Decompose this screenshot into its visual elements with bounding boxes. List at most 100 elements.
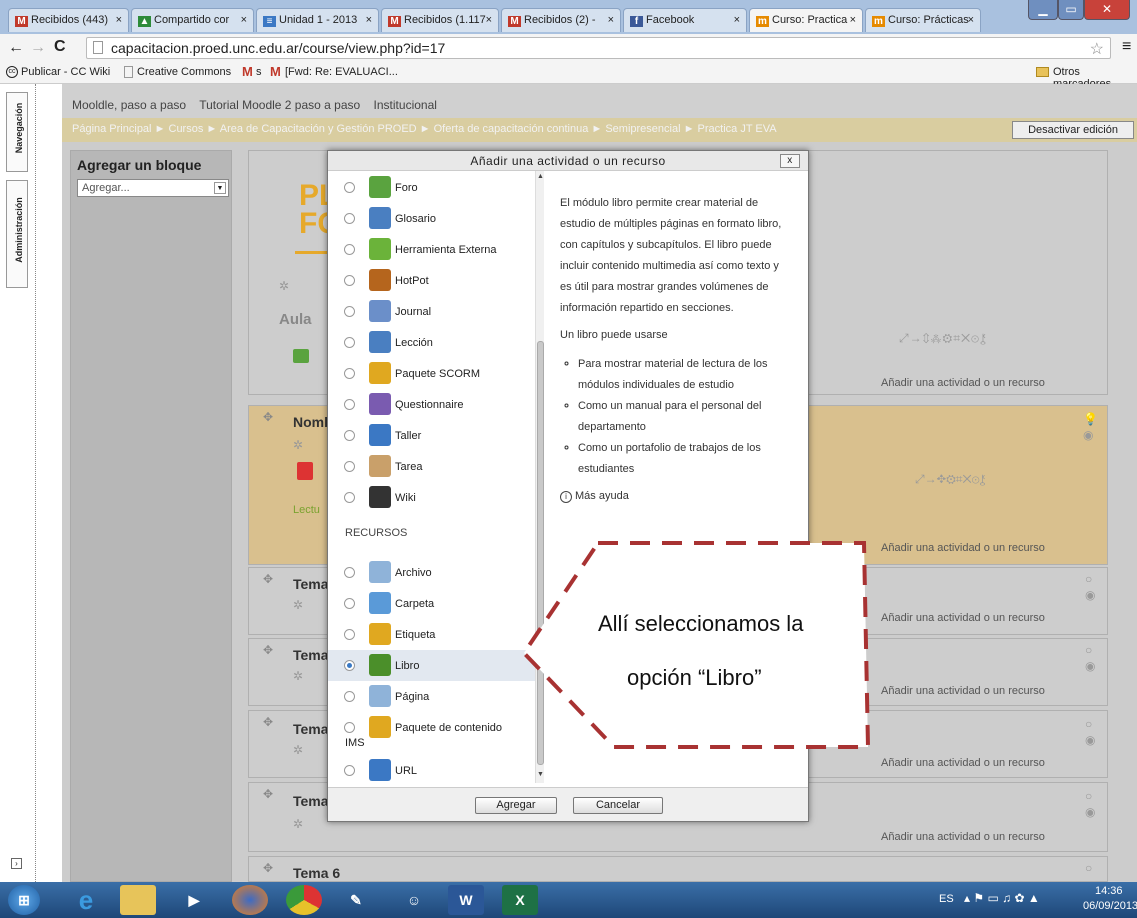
media-player-icon[interactable]: ▶ — [176, 885, 212, 915]
tray-icons[interactable]: ▴ ⚑ ▭ ♫ ✿ ▲ — [964, 891, 1040, 905]
clock-date[interactable]: 06/09/2013 — [1083, 900, 1137, 912]
module-radio[interactable] — [344, 399, 355, 410]
move-icon[interactable]: ✥ — [263, 643, 273, 657]
module-option[interactable]: Paquete SCORM — [328, 358, 536, 389]
module-option[interactable]: Tarea — [328, 451, 536, 482]
menu-item-tutorial[interactable]: Tutorial Moodle 2 paso a paso — [199, 98, 360, 112]
language-indicator[interactable]: ES — [939, 893, 954, 905]
tab-close-icon[interactable]: × — [734, 14, 740, 26]
tab-close-icon[interactable]: × — [116, 14, 122, 26]
tab-close-icon[interactable]: × — [366, 14, 372, 26]
module-option[interactable]: Lección — [328, 327, 536, 358]
browser-tab[interactable]: ≡ Unidad 1 - 2013 × — [256, 8, 379, 32]
lightbulb-icon[interactable]: ○ — [1085, 643, 1092, 657]
cancel-button[interactable]: Cancelar — [573, 797, 663, 814]
move-icon[interactable]: ✥ — [263, 715, 273, 729]
gear-icon[interactable]: ✲ — [293, 817, 303, 831]
lightbulb-icon[interactable]: ○ — [1085, 572, 1092, 586]
gear-icon[interactable]: ✲ — [293, 743, 303, 757]
more-help-link[interactable]: i Más ayuda — [560, 486, 792, 507]
add-activity-link[interactable]: Añadir una actividad o un recurso — [881, 542, 1045, 554]
lightbulb-icon[interactable]: ○ — [1085, 861, 1092, 875]
gear-icon[interactable]: ✲ — [293, 598, 303, 612]
back-icon[interactable]: ← — [8, 39, 24, 57]
bookmark-creative-commons[interactable]: Creative Commons — [137, 66, 231, 78]
lightbulb-icon[interactable]: ○ — [1085, 789, 1092, 803]
browser-tab[interactable]: M Recibidos (1.117 × — [381, 8, 499, 32]
module-option[interactable]: Etiqueta — [328, 619, 536, 650]
browser-tab[interactable]: m Curso: Prácticas × — [865, 8, 981, 32]
browser-tab[interactable]: M Recibidos (443) × — [8, 8, 129, 32]
breadcrumb-item[interactable]: Area de Capacitación y Gestión PROED — [220, 123, 417, 135]
module-option[interactable]: Herramienta Externa — [328, 234, 536, 265]
tab-close-icon[interactable]: × — [241, 14, 247, 26]
module-radio[interactable] — [344, 492, 355, 503]
minimize-button[interactable]: ▁ — [1028, 0, 1058, 20]
star-icon[interactable]: ☆ — [1090, 39, 1104, 59]
browser-tab[interactable]: M Recibidos (2) - × — [501, 8, 621, 32]
module-option[interactable]: Libro — [328, 650, 536, 681]
close-icon[interactable]: x — [780, 154, 800, 168]
module-option[interactable]: Archivo — [328, 557, 536, 588]
module-radio[interactable] — [344, 629, 355, 640]
add-activity-link[interactable]: Añadir una actividad o un recurso — [881, 685, 1045, 697]
breadcrumb-item[interactable]: Semipresencial — [605, 123, 680, 135]
move-icon[interactable]: ✥ — [263, 787, 273, 801]
module-option[interactable]: Taller — [328, 420, 536, 451]
reload-icon[interactable]: C — [54, 38, 66, 56]
section-link[interactable]: Lectu — [293, 504, 320, 516]
gear-icon[interactable]: ✲ — [293, 669, 303, 683]
module-radio[interactable] — [344, 660, 355, 671]
word-icon[interactable]: W — [448, 885, 484, 915]
module-radio[interactable] — [344, 337, 355, 348]
breadcrumb-item[interactable]: Oferta de capacitación continua — [434, 123, 589, 135]
clock-time[interactable]: 14:36 — [1095, 885, 1123, 897]
dock-toggle-icon[interactable]: › — [11, 858, 22, 869]
browser-tab[interactable]: m Curso: Practica × — [749, 8, 863, 32]
gear-icon[interactable]: ✲ — [293, 438, 303, 452]
firefox-icon[interactable] — [232, 885, 268, 915]
move-icon[interactable]: ✥ — [263, 861, 273, 875]
module-option[interactable]: Questionnaire — [328, 389, 536, 420]
dock-navigation[interactable]: Navegación — [6, 92, 28, 172]
module-radio[interactable] — [344, 567, 355, 578]
module-radio[interactable] — [344, 722, 355, 733]
ie-icon[interactable]: e — [68, 885, 104, 915]
edit-tools-icon[interactable]: ⤢→✥⚙⌗✕⊙⚷ — [915, 472, 985, 487]
module-radio[interactable] — [344, 368, 355, 379]
paint-icon[interactable]: ✎ — [338, 885, 374, 915]
module-radio[interactable] — [344, 461, 355, 472]
messenger-icon[interactable]: ☺ — [396, 885, 432, 915]
add-button[interactable]: Agregar — [475, 797, 557, 814]
module-option[interactable]: Página — [328, 681, 536, 712]
gear-icon[interactable]: ✲ — [279, 279, 289, 293]
bookmark-s[interactable]: s — [256, 66, 262, 78]
menu-item-mooldle[interactable]: Mooldle, paso a paso — [72, 98, 186, 112]
address-input[interactable]: capacitacion.proed.unc.edu.ar/course/vie… — [86, 37, 1111, 59]
lightbulb-icon[interactable]: ○ — [1085, 717, 1092, 731]
module-radio[interactable] — [344, 275, 355, 286]
tab-close-icon[interactable]: × — [968, 14, 974, 26]
menu-icon[interactable]: ≡ — [1122, 38, 1131, 56]
menu-item-institucional[interactable]: Institucional — [374, 98, 437, 112]
chrome-icon[interactable] — [286, 885, 322, 915]
excel-icon[interactable]: X — [502, 885, 538, 915]
edit-tools-icon[interactable]: ⤢→⇕⁂⚙⌗✕⊙⚷ — [899, 331, 987, 346]
bookmark-fwd[interactable]: [Fwd: Re: EVALUACI... — [285, 66, 398, 78]
bookmark-cc-wiki[interactable]: Publicar - CC Wiki — [21, 66, 110, 78]
close-window-button[interactable]: ✕ — [1084, 0, 1130, 20]
eye-icon[interactable]: ◉ — [1085, 588, 1095, 602]
move-icon[interactable]: ✥ — [263, 410, 273, 424]
browser-tab[interactable]: f Facebook × — [623, 8, 747, 32]
module-radio[interactable] — [344, 430, 355, 441]
move-icon[interactable]: ✥ — [263, 572, 273, 586]
browser-tab[interactable]: ▲ Compartido cor × — [131, 8, 254, 32]
module-radio[interactable] — [344, 598, 355, 609]
tab-close-icon[interactable]: × — [608, 14, 614, 26]
module-radio[interactable] — [344, 306, 355, 317]
breadcrumb-item[interactable]: Practica JT EVA — [698, 123, 777, 135]
module-option[interactable]: Carpeta — [328, 588, 536, 619]
scroll-down-icon[interactable]: ▼ — [537, 771, 544, 778]
explorer-icon[interactable] — [120, 885, 156, 915]
module-option[interactable]: HotPot — [328, 265, 536, 296]
